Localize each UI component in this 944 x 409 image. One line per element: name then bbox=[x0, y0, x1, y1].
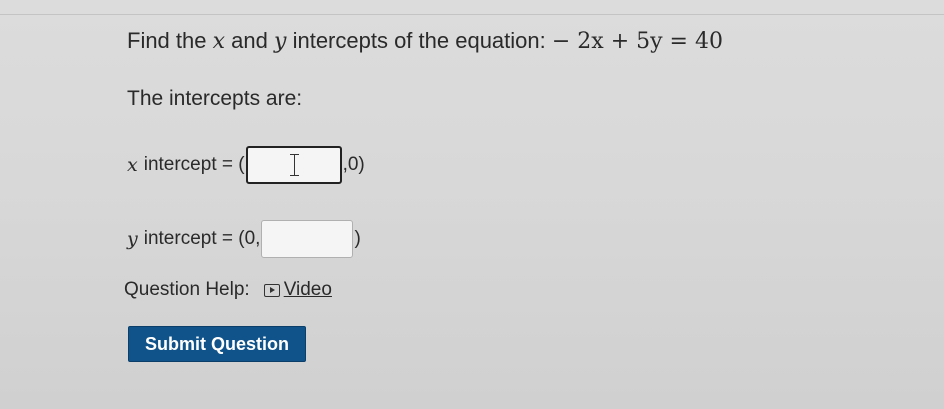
x-intercept-label: intercept = ( bbox=[143, 154, 245, 175]
play-icon bbox=[263, 283, 280, 297]
question-prefix: Find the bbox=[127, 28, 207, 53]
question-suffix: intercepts of the equation: bbox=[292, 28, 546, 53]
question-text: Find the x and y intercepts of the equat… bbox=[127, 28, 723, 54]
y-intercept-input[interactable] bbox=[261, 220, 354, 258]
intercepts-intro: The intercepts are: bbox=[127, 87, 303, 110]
video-link-label: Video bbox=[283, 279, 332, 300]
y-intercept-label: intercept = (0, bbox=[143, 228, 261, 249]
question-help: Question Help: Video bbox=[124, 279, 332, 301]
x-intercept-input[interactable] bbox=[245, 146, 342, 184]
y-intercept-var: y bbox=[127, 228, 138, 250]
x-intercept-suffix: ,0) bbox=[342, 154, 365, 175]
submit-question-button[interactable]: Submit Question bbox=[128, 326, 306, 362]
y-intercept-row: y intercept = (0, ) bbox=[127, 220, 361, 258]
question-help-label: Question Help: bbox=[124, 279, 250, 300]
question-middle: and bbox=[231, 28, 268, 53]
video-link[interactable]: Video bbox=[263, 279, 332, 301]
question-var-x: x bbox=[212, 29, 226, 54]
question-var-y: y bbox=[274, 29, 287, 54]
equation: − 2x + 5y = 40 bbox=[551, 29, 723, 54]
y-intercept-suffix: ) bbox=[354, 228, 361, 249]
text-cursor-icon bbox=[289, 154, 300, 176]
top-divider bbox=[0, 14, 944, 15]
x-intercept-row: x intercept = ( ,0) bbox=[127, 146, 365, 184]
x-intercept-var: x bbox=[127, 154, 138, 176]
